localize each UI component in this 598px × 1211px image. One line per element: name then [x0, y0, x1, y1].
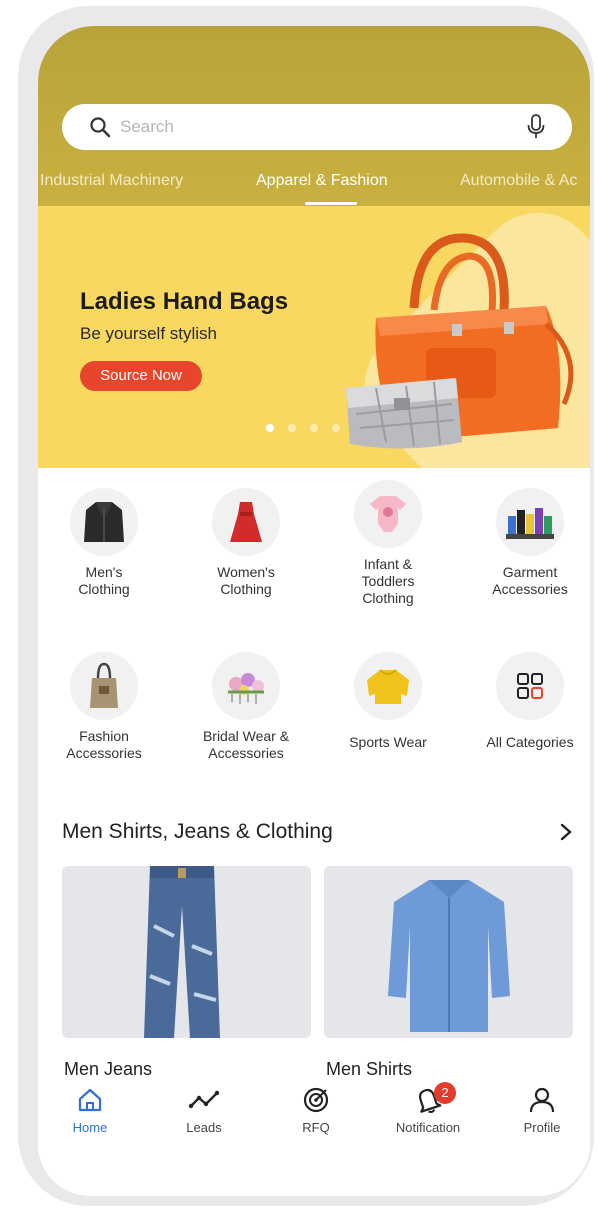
search-input[interactable]: [120, 112, 500, 142]
notification-badge: 2: [434, 1082, 456, 1104]
header: Industrial Machinery Apparel & Fashion A…: [38, 26, 590, 206]
category-all-categories[interactable]: All Categories: [460, 652, 590, 751]
section-title: Men Shirts, Jeans & Clothing: [62, 820, 333, 843]
category-garment-accessories[interactable]: Garment Accessories: [460, 488, 590, 598]
nav-label: Profile: [523, 1120, 561, 1135]
tab-automobile[interactable]: Automobile & Ac: [460, 172, 577, 190]
grid-icon: [496, 652, 564, 720]
chevron-right-icon[interactable]: [556, 820, 576, 844]
category-label: Fashion Accessories: [66, 728, 142, 761]
category-tabs: Industrial Machinery Apparel & Fashion A…: [38, 166, 590, 206]
product-card-men-shirts[interactable]: [324, 866, 573, 1038]
shoes-collection-icon: [496, 488, 564, 556]
carousel-dot[interactable]: [332, 424, 340, 432]
product-label-men-shirts: Men Shirts: [326, 1059, 413, 1079]
person-icon: [529, 1087, 555, 1113]
carousel-dot[interactable]: [266, 424, 274, 432]
tote-bag-icon: [70, 652, 138, 720]
category-infant-toddlers-clothing[interactable]: Infant & Toddlers Clothing: [318, 480, 458, 607]
active-tab-indicator: [305, 202, 357, 205]
category-label: Bridal Wear & Accessories: [202, 728, 290, 761]
category-mens-clothing[interactable]: Men's Clothing: [38, 488, 174, 598]
nav-home[interactable]: Home: [40, 1086, 140, 1135]
nav-profile[interactable]: Profile: [492, 1086, 590, 1135]
promo-banner[interactable]: Ladies Hand Bags Be yourself stylish Sou…: [38, 206, 590, 468]
category-label: Garment Accessories: [492, 564, 568, 597]
nav-label: Notification: [395, 1120, 461, 1135]
red-dress-icon: [212, 488, 280, 556]
category-label: Men's Clothing: [78, 564, 130, 597]
carousel-dots: [266, 424, 340, 432]
bottom-navigation: Home Leads RFQ 2 Notification Profile: [38, 1080, 590, 1170]
category-fashion-accessories[interactable]: Fashion Accessories: [38, 652, 174, 762]
carousel-dot[interactable]: [310, 424, 318, 432]
target-icon: [303, 1087, 329, 1113]
tab-apparel-fashion[interactable]: Apparel & Fashion: [256, 172, 388, 190]
category-grid: Men's Clothing Women's Clothing Infant &…: [38, 480, 590, 780]
home-icon: [78, 1088, 102, 1112]
category-sports-wear[interactable]: Sports Wear: [318, 652, 458, 751]
app-screen: Industrial Machinery Apparel & Fashion A…: [38, 26, 590, 1196]
nav-label: Home: [72, 1120, 108, 1135]
tab-industrial-machinery[interactable]: Industrial Machinery: [40, 172, 183, 190]
jeans-icon: [144, 866, 220, 1038]
category-label: Sports Wear: [349, 734, 427, 750]
category-bridal-wear-accessories[interactable]: Bridal Wear & Accessories: [176, 652, 316, 762]
source-now-button[interactable]: Source Now: [80, 361, 202, 391]
yellow-sweatshirt-icon: [354, 652, 422, 720]
nav-label: RFQ: [302, 1120, 330, 1135]
category-label: Infant & Toddlers Clothing: [361, 556, 415, 606]
microphone-icon[interactable]: [526, 114, 546, 140]
leather-jacket-icon: [70, 488, 138, 556]
floral-hair-clip-icon: [212, 652, 280, 720]
nav-rfq[interactable]: RFQ: [266, 1086, 366, 1135]
product-label-men-jeans: Men Jeans: [64, 1059, 153, 1079]
nav-label: Leads: [186, 1120, 222, 1135]
carousel-dot[interactable]: [288, 424, 296, 432]
search-icon: [90, 117, 111, 138]
category-label: All Categories: [486, 734, 574, 750]
search-bar[interactable]: [62, 104, 572, 150]
baby-onesie-icon: [354, 480, 422, 548]
handbag-image: [346, 233, 574, 449]
nav-leads[interactable]: Leads: [154, 1086, 254, 1135]
banner-title: Ladies Hand Bags: [80, 288, 289, 315]
trend-line-icon: [188, 1090, 220, 1109]
category-womens-clothing[interactable]: Women's Clothing: [176, 488, 316, 598]
shirt-icon: [388, 880, 510, 1032]
banner-subtitle: Be yourself stylish: [80, 324, 217, 343]
product-card-men-jeans[interactable]: [62, 866, 311, 1038]
nav-notification[interactable]: 2 Notification: [378, 1082, 478, 1135]
category-label: Women's Clothing: [217, 564, 275, 597]
